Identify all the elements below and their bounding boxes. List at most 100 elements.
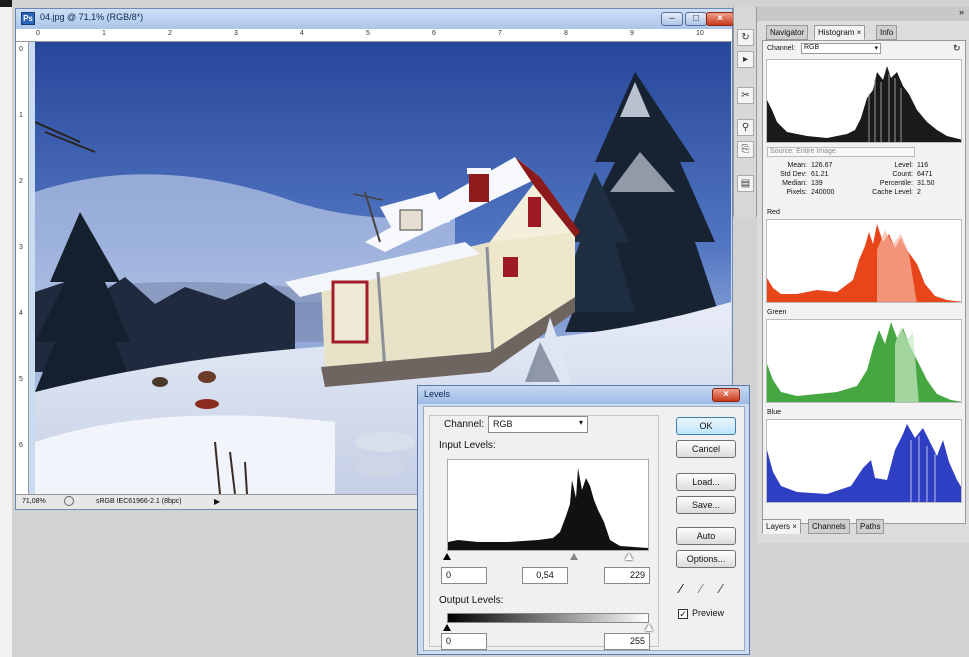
input-white-field[interactable]: 229 [604, 567, 650, 584]
tool-presets-icon[interactable]: ✂ [737, 87, 754, 104]
stat-label: Count: [892, 171, 913, 178]
stat-stddev: 61.21 [811, 171, 829, 178]
save-button[interactable]: Save... [676, 496, 736, 514]
histogram-source-select[interactable]: Source: Entire Image [767, 147, 915, 157]
stat-pixels: 240000 [811, 189, 835, 196]
levels-channel-select[interactable]: RGB ▾ [488, 416, 588, 433]
output-white-slider[interactable] [645, 624, 653, 631]
levels-titlebar[interactable]: Levels × [418, 386, 749, 404]
panel-header[interactable] [757, 7, 969, 21]
output-levels-label: Output Levels: [439, 595, 504, 606]
input-gamma-slider[interactable] [570, 553, 578, 560]
stat-count: 6471 [917, 171, 933, 178]
tab-navigator[interactable]: Navigator [766, 25, 809, 40]
red-channel-label: Red [767, 209, 780, 216]
ruler-mark: 6 [432, 30, 436, 37]
stat-label: Cache Level: [872, 189, 913, 196]
panel-iconstrip: ↻ ▸ ✂ ⚲ ⎘ ▤ [733, 7, 757, 217]
options-button[interactable]: Options... [676, 550, 736, 568]
notes-icon[interactable]: ▤ [737, 175, 754, 192]
preview-checkbox[interactable]: ✓ [678, 609, 688, 619]
stat-label: Pixels: [786, 189, 807, 196]
ruler-mark: 8 [564, 30, 568, 37]
source-value: Entire Image [796, 148, 836, 155]
chevron-down-icon: ▾ [874, 45, 878, 52]
ruler-mark: 0 [19, 46, 23, 53]
ruler-mark: 4 [300, 30, 304, 37]
white-eyedropper-icon[interactable]: ⁄ [720, 581, 722, 596]
panel-tabs: Navigator Histogram × Info [762, 25, 964, 40]
stat-label: Mean: [787, 162, 807, 169]
brushes-icon[interactable]: ⚲ [737, 119, 754, 136]
histogram-red [766, 219, 962, 303]
clone-source-icon[interactable]: ⎘ [737, 141, 754, 158]
output-white-field[interactable]: 255 [604, 633, 650, 650]
panel-collapse-icon[interactable]: » [959, 7, 964, 17]
cancel-button[interactable]: Cancel [676, 440, 736, 458]
horizontal-ruler[interactable]: 0 1 2 3 4 5 6 7 8 9 10 [16, 29, 732, 42]
refresh-icon[interactable]: ↻ [953, 43, 961, 54]
ruler-mark: 5 [19, 376, 23, 383]
ok-button[interactable]: OK [676, 417, 736, 435]
zoom-level[interactable]: 71,08% [22, 498, 46, 505]
levels-close-button[interactable]: × [712, 388, 740, 402]
document-title: 04.jpg @ 71,1% (RGB/8*) [40, 12, 144, 22]
tab-layers[interactable]: Layers × [762, 519, 801, 534]
load-button[interactable]: Load... [676, 473, 736, 491]
output-black-slider[interactable] [443, 624, 451, 631]
actions-icon[interactable]: ▸ [737, 51, 754, 68]
stat-label: Level: [894, 162, 913, 169]
zoom-icon[interactable] [64, 496, 74, 506]
minimize-button[interactable]: – [661, 12, 683, 26]
green-channel-label: Green [767, 309, 787, 316]
ruler-mark: 10 [696, 30, 704, 37]
ruler-mark: 1 [102, 30, 106, 37]
levels-dialog[interactable]: Levels × Channel: RGB ▾ Input Levels: 0 … [417, 385, 750, 655]
ruler-mark: 2 [168, 30, 172, 37]
histogram-blue [766, 419, 962, 503]
input-levels-label: Input Levels: [439, 440, 496, 451]
black-eyedropper-icon[interactable]: ⁄ [680, 581, 682, 596]
stat-percentile: 31.50 [917, 180, 935, 187]
tab-info[interactable]: Info [876, 25, 898, 40]
ruler-mark: 5 [366, 30, 370, 37]
stat-cache: 2 [917, 189, 921, 196]
ruler-mark: 2 [19, 178, 23, 185]
vertical-ruler[interactable]: 0 1 2 3 4 5 6 [16, 42, 29, 494]
ruler-mark: 3 [234, 30, 238, 37]
ruler-mark: 0 [36, 30, 40, 37]
tab-paths[interactable]: Paths [856, 519, 885, 534]
source-label: Source: [770, 148, 795, 155]
histogram-channel-value: RGB [804, 44, 820, 51]
stat-label: Std Dev: [780, 171, 807, 178]
histogram-panel: Channel: RGB ▾ ↻ Source: Entire Image Me… [762, 40, 966, 524]
color-profile: sRGB IEC61966-2.1 (8bpc) [96, 498, 182, 505]
maximize-button[interactable]: □ [685, 12, 707, 26]
input-levels-histogram [447, 459, 649, 551]
history-icon[interactable]: ↻ [737, 29, 754, 46]
chevron-down-icon: ▾ [578, 418, 583, 427]
ruler-mark: 6 [19, 442, 23, 449]
histogram-panel-group: » Navigator Histogram × Info Channel: RG… [757, 7, 969, 543]
histogram-channel-select[interactable]: RGB ▾ [801, 43, 881, 54]
output-black-field[interactable]: 0 [441, 633, 487, 650]
input-black-field[interactable]: 0 [441, 567, 487, 584]
gray-eyedropper-icon[interactable]: ⁄ [700, 581, 702, 596]
input-gamma-field[interactable]: 0,54 [522, 567, 568, 584]
ruler-mark: 4 [19, 310, 23, 317]
input-white-slider[interactable] [625, 553, 633, 560]
auto-button[interactable]: Auto [676, 527, 736, 545]
input-black-slider[interactable] [443, 553, 451, 560]
document-titlebar[interactable]: Ps 04.jpg @ 71,1% (RGB/8*) – □ × [16, 9, 734, 29]
ruler-mark: 7 [498, 30, 502, 37]
stat-median: 139 [811, 180, 823, 187]
levels-channel-value: RGB [493, 419, 513, 429]
status-menu-arrow-icon[interactable]: ▶ [214, 497, 220, 506]
tab-histogram[interactable]: Histogram × [814, 25, 866, 40]
ruler-mark: 9 [630, 30, 634, 37]
stat-mean: 126.67 [811, 162, 833, 169]
stat-label: Median: [782, 180, 807, 187]
tab-channels[interactable]: Channels [808, 519, 850, 534]
ruler-mark: 3 [19, 244, 23, 251]
close-button[interactable]: × [706, 12, 734, 26]
